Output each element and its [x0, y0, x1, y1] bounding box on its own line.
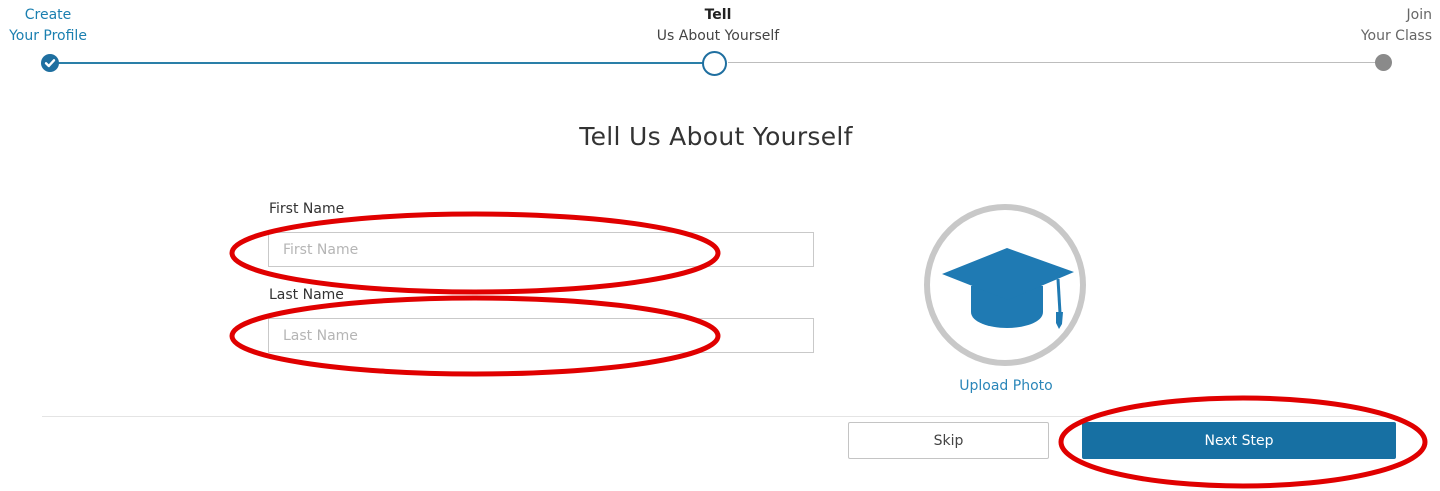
- step-upcoming-dot-icon: [1375, 54, 1392, 71]
- last-name-input[interactable]: [268, 318, 814, 353]
- last-name-label: Last Name: [269, 287, 344, 303]
- checkmark-icon: [44, 59, 56, 68]
- page-title: Tell Us About Yourself: [579, 122, 853, 151]
- step-label-line1: Create: [24, 7, 72, 23]
- stepper-line-upcoming: [728, 62, 1384, 63]
- profile-photo-avatar[interactable]: [922, 202, 1088, 368]
- step-current-circle-icon: [702, 51, 727, 76]
- upload-photo-link[interactable]: Upload Photo: [920, 378, 1092, 394]
- step-label-line2: Us About Yourself: [656, 28, 780, 44]
- step-label-line2: Your Profile: [9, 28, 87, 44]
- section-divider: [42, 416, 1396, 417]
- step-join-class: Join Your Class: [1308, 5, 1432, 47]
- skip-button[interactable]: Skip: [848, 422, 1049, 459]
- step-tell-about-yourself: Tell Us About Yourself: [620, 5, 816, 47]
- stepper-line-completed: [50, 62, 704, 64]
- first-name-input[interactable]: [268, 232, 814, 267]
- first-name-label: First Name: [269, 201, 345, 217]
- step-label-line2: Your Class: [1360, 28, 1432, 44]
- graduation-cap-icon: [924, 204, 1086, 366]
- step-create-profile[interactable]: Create Your Profile: [6, 5, 90, 47]
- step-label-line1: Join: [1406, 7, 1432, 23]
- step-label-line1: Tell: [704, 7, 732, 23]
- step-completed-check-icon[interactable]: [41, 54, 59, 72]
- next-step-button[interactable]: Next Step: [1082, 422, 1396, 459]
